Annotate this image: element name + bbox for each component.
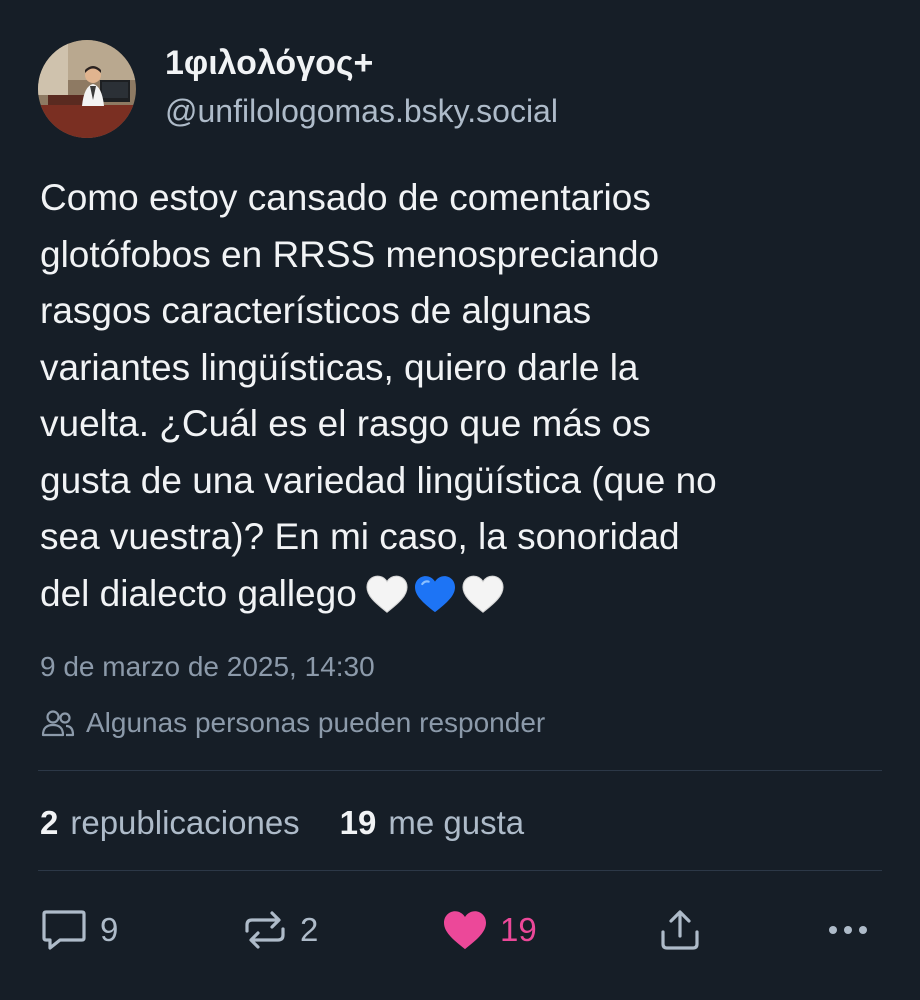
author-names: 1φιλολόγος+ @unfilologomas.bsky.social: [165, 44, 558, 131]
share-button[interactable]: [658, 900, 702, 960]
likes-stat[interactable]: 19 me gusta: [340, 802, 524, 844]
white-heart-icon: [462, 575, 504, 613]
author-display-name[interactable]: 1φιλολόγος+: [165, 43, 558, 83]
post-stats: 2 republicaciones 19 me gusta: [40, 802, 524, 844]
post-text-line: Como estoy cansado de comentarios: [40, 177, 651, 218]
post-text-line: sea vuestra)? En mi caso, la sonoridad: [40, 516, 680, 557]
post-thread-view: 1φιλολόγος+ @unfilologomas.bsky.social C…: [0, 0, 920, 1000]
post-header: 1φιλολόγος+ @unfilologomas.bsky.social: [38, 40, 558, 138]
reply-setting-label: Algunas personas pueden responder: [86, 707, 546, 738]
emoji-hearts: [365, 574, 505, 614]
post-text: Como estoy cansado de comentarios glotóf…: [40, 170, 890, 622]
heart-icon: [444, 911, 486, 950]
reposts-stat[interactable]: 2 republicaciones: [40, 802, 300, 844]
share-upload-icon: [661, 910, 699, 950]
post-text-last-line: del dialecto gallego: [40, 566, 890, 623]
reposts-stat-label: republicaciones: [70, 804, 300, 841]
repost-count: 2: [300, 911, 319, 948]
like-count: 19: [500, 911, 537, 948]
reposts-stat-count: 2: [40, 804, 59, 841]
post-text-line: gusta de una variedad lingüística (que n…: [40, 459, 717, 501]
reply-setting[interactable]: Algunas personas pueden responder: [40, 704, 545, 742]
white-heart-icon: [366, 575, 408, 613]
like-button[interactable]: 19: [442, 900, 537, 960]
ellipsis-icon: [829, 926, 867, 934]
post-text-line: variantes lingüísticas, quiero darle la: [40, 346, 639, 388]
reply-count: 9: [100, 911, 119, 948]
post-text-line: rasgos característicos de algunas: [40, 290, 592, 331]
reply-button[interactable]: 9: [40, 900, 118, 960]
more-options-button[interactable]: [826, 900, 870, 960]
people-icon: [41, 710, 75, 737]
post-timestamp[interactable]: 9 de marzo de 2025, 14:30: [40, 648, 375, 686]
author-avatar[interactable]: [38, 40, 136, 138]
post-text-line: del dialecto gallego: [40, 572, 357, 614]
post-text-line: vuelta. ¿Cuál es el rasgo que más os: [40, 403, 651, 444]
divider: [38, 870, 882, 871]
repost-arrows-icon: [245, 911, 285, 949]
divider: [38, 770, 882, 771]
likes-stat-count: 19: [339, 804, 377, 841]
blue-heart-icon: [414, 575, 455, 612]
post-actions: 9 2 19: [0, 900, 920, 960]
likes-stat-label: me gusta: [388, 804, 525, 841]
repost-button[interactable]: 2: [242, 900, 318, 960]
avatar-photo: [38, 40, 136, 138]
post-text-line: glotófobos en RRSS menospreciando: [40, 233, 660, 275]
speech-bubble-icon: [42, 910, 86, 950]
author-handle[interactable]: @unfilologomas.bsky.social: [165, 91, 558, 131]
